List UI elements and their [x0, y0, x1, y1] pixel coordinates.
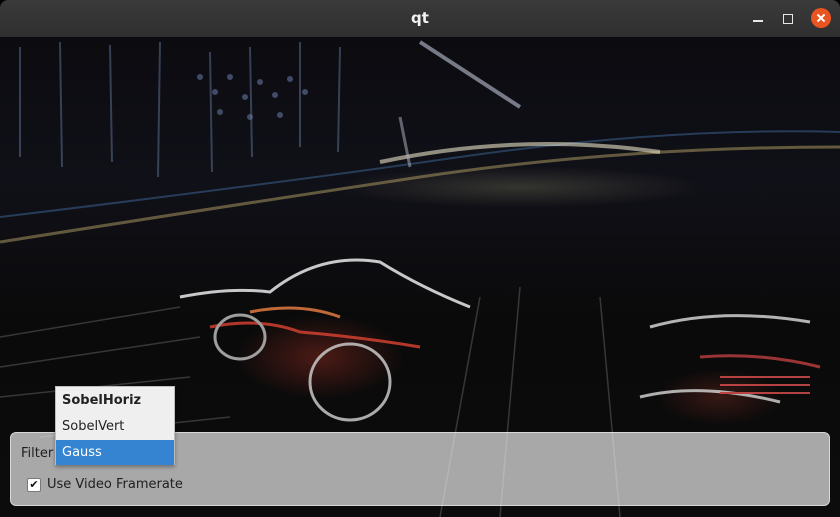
- title-bar: qt: [0, 0, 840, 37]
- window-title: qt: [411, 9, 429, 27]
- use-video-framerate-checkbox[interactable]: ✔: [27, 478, 41, 492]
- filter-option-sobelhoriz[interactable]: SobelHoriz: [56, 388, 174, 413]
- maximize-icon[interactable]: [778, 9, 798, 29]
- filter-option-sobelvert[interactable]: SobelVert: [56, 414, 174, 439]
- minimize-icon[interactable]: [748, 9, 768, 29]
- use-video-framerate-label[interactable]: Use Video Framerate: [47, 477, 183, 492]
- close-icon[interactable]: [811, 8, 831, 28]
- filter-dropdown-popup: SobelHoriz SobelVert Gauss: [55, 386, 175, 465]
- filter-label: Filter: [21, 446, 54, 461]
- filter-option-gauss[interactable]: Gauss: [56, 440, 174, 465]
